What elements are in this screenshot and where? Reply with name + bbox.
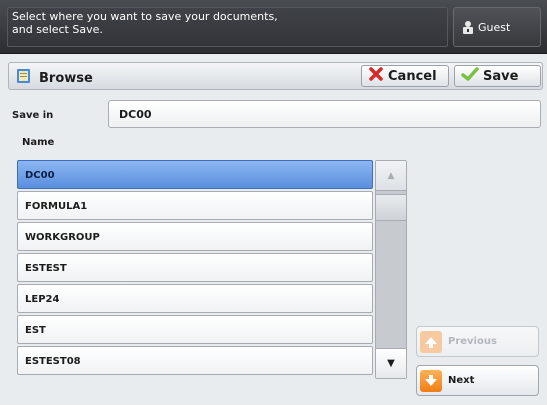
down-arrow-icon: [420, 369, 442, 392]
list-item[interactable]: LEP24: [17, 284, 373, 313]
name-column-header: Name: [22, 137, 55, 148]
next-button[interactable]: Next: [416, 365, 539, 396]
next-label: Next: [448, 375, 475, 386]
list-item[interactable]: WORKGROUP: [17, 222, 373, 251]
list-item[interactable]: DC00: [17, 160, 373, 189]
save-in-label: Save in: [12, 110, 54, 121]
browse-title-bar: Browse Cancel Save: [8, 62, 543, 90]
cancel-x-icon: [368, 66, 384, 86]
list-item[interactable]: ESTEST: [17, 253, 373, 282]
scrollbar-thumb[interactable]: [376, 194, 406, 221]
instruction-message: Select where you want to save your docum…: [7, 7, 448, 47]
scroll-down-arrow-icon[interactable]: ▼: [376, 348, 406, 378]
list-item[interactable]: ESTEST08: [17, 346, 373, 375]
save-in-field: DC00: [108, 100, 541, 128]
previous-label: Previous: [448, 336, 497, 347]
up-arrow-icon: [420, 330, 442, 353]
list-scrollbar[interactable]: ▲ ▼: [375, 160, 407, 379]
cancel-button[interactable]: Cancel: [361, 65, 449, 87]
top-bar: Select where you want to save your docum…: [0, 0, 547, 54]
list-item[interactable]: FORMULA1: [17, 191, 373, 220]
folder-list: DC00 FORMULA1 WORKGROUP ESTEST LEP24 EST…: [17, 160, 373, 377]
guest-button[interactable]: Guest: [453, 7, 541, 47]
list-item[interactable]: EST: [17, 315, 373, 344]
cancel-label: Cancel: [388, 68, 437, 84]
scroll-up-arrow-icon[interactable]: ▲: [376, 161, 406, 191]
previous-button[interactable]: Previous: [416, 326, 539, 357]
save-label: Save: [483, 68, 519, 84]
dialog-title: Browse: [15, 67, 93, 89]
folder-browse-icon: [15, 67, 33, 89]
checkmark-icon: [461, 66, 479, 86]
save-button[interactable]: Save: [454, 65, 541, 87]
user-lock-icon: [462, 20, 474, 34]
guest-label: Guest: [478, 20, 511, 34]
dialog-title-text: Browse: [39, 70, 93, 86]
